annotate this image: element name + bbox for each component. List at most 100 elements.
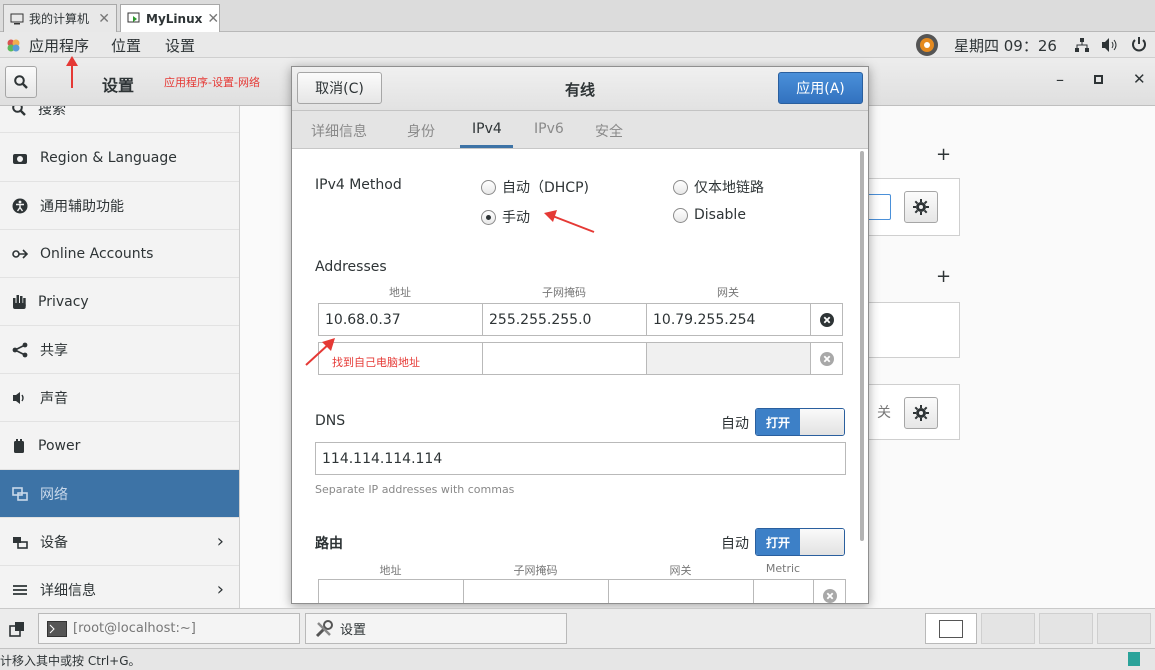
settings-sidebar: 搜索 Region & Language 通用辅助功能 Online Accou… [0, 106, 240, 608]
address-annotation: 找到自己电脑地址 [332, 356, 420, 369]
vm-tab-label: MyLinux [146, 11, 203, 26]
dns-hint: Separate IP addresses with commas [315, 483, 515, 496]
wired-card [853, 178, 960, 236]
sidebar-item-sharing[interactable]: 共享 [0, 326, 239, 374]
tab-ipv4[interactable]: IPv4 [472, 121, 502, 137]
workspace-3[interactable] [1039, 613, 1093, 644]
sidebar-item-sound[interactable]: 声音 [0, 374, 239, 422]
gateway-input-empty[interactable] [646, 342, 811, 375]
tab-ipv4-indicator [460, 145, 513, 148]
sidebar-item-label: Power [38, 437, 81, 454]
workspace-4[interactable] [1097, 613, 1151, 644]
tab-security[interactable]: 安全 [595, 121, 623, 141]
menu-settings[interactable]: 设置 [165, 35, 195, 56]
addresses-label: Addresses [315, 259, 387, 275]
bottom-taskbar: [root@localhost:~] 设置 [0, 608, 1155, 648]
vm-tab-my-computer[interactable]: 我的计算机 ✕ [3, 4, 117, 32]
remove-icon [819, 351, 834, 366]
close-icon[interactable]: ✕ [98, 11, 110, 27]
workspace-1[interactable] [925, 613, 977, 644]
sidebar-item-details[interactable]: 详细信息 › [0, 566, 239, 608]
route-metric-input[interactable] [753, 579, 814, 603]
vm-tab-bar: 我的计算机 ✕ MyLinux ✕ [0, 0, 1155, 32]
method-disable-radio[interactable]: Disable [673, 207, 746, 223]
annotation-arrow [305, 338, 335, 366]
share-icon [12, 342, 28, 358]
sidebar-item-power[interactable]: Power [0, 422, 239, 470]
remove-icon [819, 312, 834, 327]
task-label: 设置 [340, 623, 367, 638]
sidebar-item-accessibility[interactable]: 通用辅助功能 [0, 182, 239, 230]
status-hint: 计移入其中或按 Ctrl+G。 [0, 654, 141, 668]
sidebar-item-label: 声音 [40, 390, 68, 407]
dns-input[interactable]: 114.114.114.114 [315, 442, 846, 475]
sidebar-item-region[interactable]: Region & Language [0, 134, 239, 182]
radio-label: 自动（DHCP) [502, 180, 589, 196]
remove-icon [822, 588, 837, 603]
sidebar-item-search[interactable]: 搜索 [0, 106, 239, 133]
tools-icon [314, 619, 334, 639]
sidebar-item-label: 搜索 [38, 106, 66, 118]
sidebar-item-network[interactable]: 网络 [0, 470, 239, 518]
vm-icon [127, 12, 141, 25]
task-settings[interactable]: 设置 [305, 613, 567, 644]
vpn-card [860, 302, 960, 358]
routes-auto-switch[interactable]: 打开 [755, 528, 845, 556]
route-address-input[interactable] [318, 579, 464, 603]
address-input[interactable]: 10.68.0.37 [318, 303, 483, 336]
annotation-path: 应用程序-设置-网络 [164, 76, 260, 89]
keyboard-applet-icon[interactable] [915, 33, 939, 57]
camera-icon [12, 151, 28, 165]
netmask-input[interactable]: 255.255.255.0 [482, 303, 647, 336]
route-netmask-input[interactable] [463, 579, 609, 603]
vm-tab-mylinux[interactable]: MyLinux ✕ [120, 4, 220, 32]
radio-circle [673, 207, 688, 223]
accessibility-icon [12, 198, 28, 214]
workspace-2[interactable] [981, 613, 1035, 644]
delete-route-button[interactable] [813, 579, 846, 603]
dns-auto-switch[interactable]: 打开 [755, 408, 845, 436]
method-manual-radio[interactable]: 手动 [481, 207, 530, 227]
menu-applications[interactable]: 应用程序 [29, 35, 89, 56]
delete-address-button-disabled[interactable] [810, 342, 843, 375]
terminal-icon [47, 620, 67, 637]
wired-settings-button[interactable] [904, 191, 938, 223]
tab-ipv6[interactable]: IPv6 [534, 121, 564, 137]
sidebar-item-label: Region & Language [40, 149, 177, 166]
maximize-button[interactable] [1094, 68, 1104, 88]
gateway-input[interactable]: 10.79.255.254 [646, 303, 811, 336]
method-dhcp-radio[interactable]: 自动（DHCP) [481, 177, 589, 197]
route-gateway-input[interactable] [608, 579, 754, 603]
radio-label: 仅本地链路 [694, 180, 764, 196]
sidebar-item-devices[interactable]: 设备 › [0, 518, 239, 566]
apply-button[interactable]: 应用(A) [778, 72, 863, 104]
clock[interactable]: 星期四 09：26 [954, 35, 1057, 56]
settings-title: 设置 [102, 76, 135, 95]
delete-address-button[interactable] [810, 303, 843, 336]
menu-places[interactable]: 位置 [111, 35, 141, 56]
power-menu-icon[interactable] [1131, 36, 1147, 52]
netmask-input-empty[interactable] [482, 342, 647, 375]
show-desktop-icon[interactable] [9, 621, 25, 637]
tab-details[interactable]: 详细信息 [311, 121, 367, 141]
sidebar-item-privacy[interactable]: Privacy [0, 278, 239, 326]
network-status-icon[interactable] [1074, 37, 1090, 53]
add-vpn-icon[interactable]: + [936, 266, 951, 287]
tab-identity[interactable]: 身份 [407, 121, 435, 141]
method-link-local-radio[interactable]: 仅本地链路 [673, 177, 764, 197]
close-window-button[interactable]: ✕ [1133, 70, 1146, 88]
minimize-button[interactable]: – [1056, 70, 1064, 89]
info-icon [12, 583, 28, 597]
sidebar-item-online-accounts[interactable]: Online Accounts [0, 230, 239, 278]
col-gateway: 网关 [717, 286, 739, 299]
search-button[interactable] [5, 66, 37, 98]
dialog-scrollbar[interactable] [860, 151, 864, 541]
radio-circle [673, 179, 688, 195]
proxy-settings-button[interactable] [904, 397, 938, 429]
close-icon[interactable]: ✕ [207, 11, 219, 27]
route-col-gateway: 网关 [669, 564, 692, 577]
task-terminal[interactable]: [root@localhost:~] [38, 613, 300, 644]
vm-device-icon[interactable] [1126, 651, 1142, 667]
volume-icon[interactable] [1101, 37, 1119, 53]
add-connection-icon[interactable]: + [936, 144, 951, 165]
